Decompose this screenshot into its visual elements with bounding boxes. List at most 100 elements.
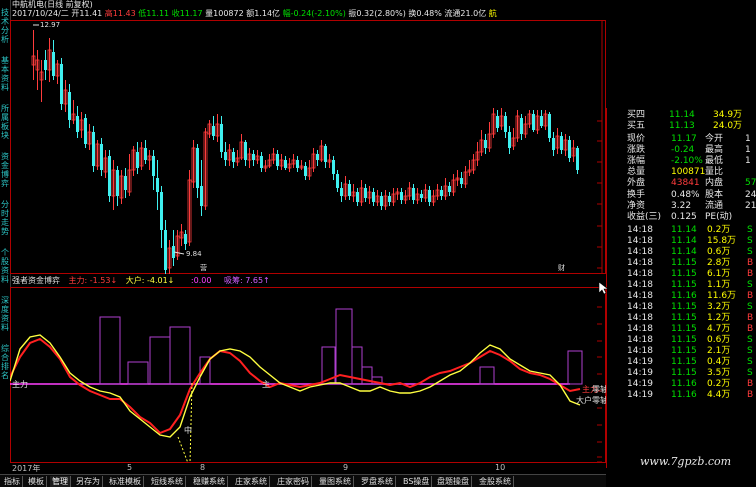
- app-window: 技术分析基本资料所属板块资金博弈分时走势个股资料深度资料综合排名 中航机电(日线…: [0, 0, 756, 487]
- sidebar-item[interactable]: 资金博弈: [0, 152, 10, 188]
- trade-price: 11.15: [671, 324, 697, 334]
- tab-item[interactable]: 庄家密码: [275, 476, 312, 487]
- time-axis-mark: 9: [343, 463, 349, 472]
- candle-body-down: [244, 142, 247, 160]
- tab-item[interactable]: 金股系统: [477, 476, 514, 487]
- tab-item[interactable]: 盘题操盘: [435, 476, 472, 487]
- ohlc-field: 量100872: [202, 9, 244, 18]
- candle-body-down: [364, 188, 367, 198]
- ohlc-field: 航: [486, 9, 497, 18]
- stat-row: 涨跌 -0.24 最高 1: [607, 145, 756, 155]
- zero-axis-right-label-2: 零轴: [592, 395, 606, 405]
- time-axis-year: 2017年: [12, 464, 41, 473]
- tab-item[interactable]: BS操盘: [401, 476, 433, 487]
- tab-item[interactable]: 标准模板: [107, 476, 144, 487]
- candle-body-down: [144, 148, 147, 160]
- main-force-line: [10, 337, 581, 435]
- sidebar-item[interactable]: 综合排名: [0, 344, 10, 380]
- candle-body-down: [388, 196, 391, 202]
- trade-side: S: [747, 280, 753, 290]
- trade-volume: 15.8万: [707, 236, 737, 246]
- candle-body-down: [196, 148, 199, 188]
- trade-side: B: [747, 291, 754, 301]
- ohlc-field: 流通21.0亿: [441, 9, 487, 18]
- sidebar-item[interactable]: 技术分析: [0, 8, 10, 44]
- zero-value: :0.00: [190, 276, 212, 285]
- tab-item[interactable]: 量图系统: [317, 476, 354, 487]
- tab-item[interactable]: 短线系统: [149, 476, 186, 487]
- bid-volume: 24.0万: [713, 121, 743, 131]
- tab-item[interactable]: 指标: [2, 476, 23, 487]
- time-axis: 2017年 5 8 9 10: [10, 463, 606, 474]
- tab-item[interactable]: 另存为: [74, 476, 103, 487]
- indicator-chart[interactable]: 15.0012.5010.007.505.002.500.00-2.50-5.0…: [10, 287, 606, 463]
- stat-label-2: 今开: [705, 134, 724, 144]
- trade-volume: 0.2万: [707, 225, 731, 235]
- time-axis-mark: 8: [200, 463, 206, 472]
- candle-body-down: [276, 154, 279, 166]
- event-marker: 营: [200, 263, 207, 272]
- tab-item[interactable]: 庄家系统: [233, 476, 270, 487]
- candlestick-chart[interactable]: 11.7511.5011.2511.0010.7510.5010.2510.00…: [10, 20, 606, 274]
- dotted-signal: [177, 436, 189, 463]
- trade-volume: 3.2万: [707, 302, 731, 312]
- stat-label: 涨幅: [627, 156, 646, 166]
- candle-body-down: [52, 52, 55, 76]
- stat-label: 外盘: [627, 178, 646, 188]
- stock-title: 中航机电(日线 前复权): [12, 0, 93, 9]
- trade-price: 11.15: [671, 313, 697, 323]
- ohlc-field: 额1.14亿: [243, 9, 281, 18]
- trade-time: 14:19: [627, 379, 653, 389]
- watermark: www.7gpzb.com: [640, 455, 732, 468]
- ohlc-field: 收11.17: [169, 9, 203, 18]
- candle-body-down: [340, 188, 343, 196]
- stat-label-2: 内盘: [705, 178, 724, 188]
- sidebar-item[interactable]: 所属板块: [0, 104, 10, 140]
- ohlc-field: 换0.48%: [405, 9, 442, 18]
- trade-price: 11.16: [671, 291, 697, 301]
- big-player-value: 大户: -4.01↓: [125, 276, 175, 285]
- tab-item[interactable]: 稳赚系统: [191, 476, 228, 487]
- indicator-name[interactable]: 强者资金博弈: [12, 276, 60, 285]
- trade-side: S: [747, 247, 753, 257]
- trade-row: 14:18 11.14 0.6万 S: [607, 247, 756, 257]
- tab-item[interactable]: 管理: [50, 476, 71, 487]
- trade-side: B: [747, 324, 754, 334]
- candle-body-down: [296, 160, 299, 168]
- candle-body-down: [304, 166, 307, 176]
- trade-volume: 4.7万: [707, 324, 731, 334]
- tab-item[interactable]: 罗盘系统: [359, 476, 396, 487]
- stat-label: 涨跌: [627, 145, 646, 155]
- big-player-right-label: 大户: [576, 395, 592, 405]
- candle-body-down: [84, 118, 87, 144]
- stat-label-2: 最低: [705, 156, 724, 166]
- profit-value: 吸筹: 7.65↑: [223, 276, 270, 285]
- candle-body-down: [212, 126, 215, 136]
- template-tabs: 指标 模板 管理 另存为 标准模板 短线系统 稳赚系统 庄家系统 庄家密码 量图系统 罗盘系统 BS操…: [0, 474, 606, 487]
- ohlc-field: 振0.32(2.80%): [345, 9, 406, 18]
- accumulation-bar: [335, 308, 353, 385]
- accumulation-bar: [99, 316, 121, 385]
- candle-body-down: [540, 116, 543, 126]
- sidebar-item[interactable]: 深度资料: [0, 296, 10, 332]
- sidebar-item[interactable]: 分时走势: [0, 200, 10, 236]
- stat-value: 11.17: [671, 134, 697, 144]
- stat-label-2: 量比: [705, 167, 724, 177]
- high-price-label: 12.97: [40, 21, 60, 29]
- trade-time: 14:18: [627, 302, 653, 312]
- trade-volume: 1.1万: [707, 280, 731, 290]
- trade-row: 14:18 11.15 2.8万 B: [607, 258, 756, 268]
- bid-volume: 34.9万: [713, 110, 743, 120]
- candle-body-down: [448, 186, 451, 192]
- stat-label-2: 流通: [705, 201, 724, 211]
- tab-item[interactable]: 模板: [26, 476, 47, 487]
- trade-side: S: [747, 357, 753, 367]
- trade-time: 14:18: [627, 269, 653, 279]
- trade-row: 14:18 11.15 2.1万 S: [607, 346, 756, 356]
- bid-row: 买四 11.14 34.9万: [607, 110, 756, 120]
- sidebar-item[interactable]: 个股资料: [0, 248, 10, 284]
- candle-body-down: [356, 192, 359, 202]
- candle-body-down: [76, 116, 79, 132]
- sidebar-item[interactable]: 基本资料: [0, 56, 10, 92]
- trade-price: 11.14: [671, 225, 697, 235]
